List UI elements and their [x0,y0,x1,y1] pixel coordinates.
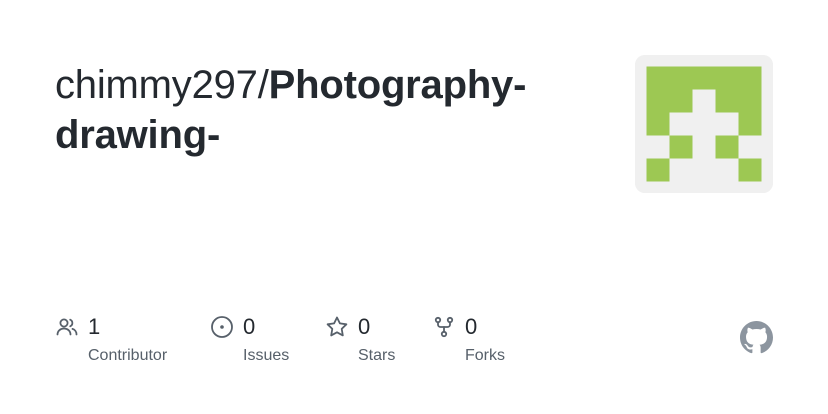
owner-avatar[interactable] [635,55,773,193]
repo-owner[interactable]: chimmy297 [55,63,258,107]
contributors-label: Contributor [88,347,168,364]
identicon-cell [669,89,693,113]
star-icon [325,315,349,339]
identicon-cell [715,135,739,159]
issue-opened-icon [210,315,234,339]
identicon-cell [646,158,670,182]
identicon-cell [646,89,670,113]
identicon-cell [646,66,670,90]
forks-count: 0 [465,314,478,339]
identicon-cell [715,89,739,113]
identicon-cell [715,66,739,90]
stars-label: Stars [358,347,396,364]
forks-label: Forks [465,347,505,364]
issues-count: 0 [243,314,256,339]
identicon-cell [646,112,670,136]
github-mark-icon[interactable] [740,321,773,354]
identicon-cell [738,89,762,113]
contributors-count: 1 [88,314,101,339]
stars-count: 0 [358,314,371,339]
repo-title[interactable]: chimmy297/Photography-drawing- [55,60,595,160]
identicon-image [635,55,773,193]
identicon-cell [738,66,762,90]
people-icon [55,315,79,339]
repo-social-card: chimmy297/Photography-drawing- 1 Contrib… [0,0,828,414]
identicon-cell [738,112,762,136]
identicon-cell [669,66,693,90]
repo-forked-icon [432,315,456,339]
issues-label: Issues [243,347,290,364]
identicon-cell [692,66,716,90]
identicon-cell [738,158,762,182]
repo-separator: / [257,63,269,107]
identicon-cell [669,135,693,159]
